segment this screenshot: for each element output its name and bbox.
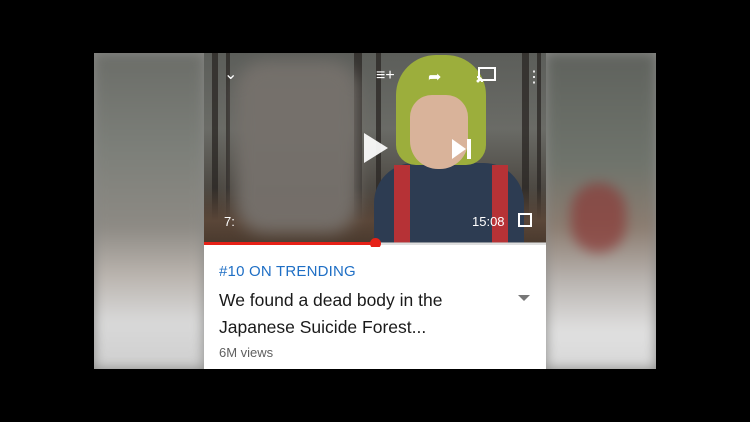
blurred-region [236, 61, 358, 233]
progress-fill [204, 242, 375, 245]
blurred-background-left [94, 53, 204, 369]
more-vert-icon[interactable]: ⋮ [526, 67, 542, 87]
chevron-down-icon[interactable]: ⌄ [224, 67, 237, 83]
current-time: 7: [224, 214, 235, 229]
play-icon[interactable] [364, 133, 388, 163]
expand-description-icon[interactable] [518, 295, 530, 301]
video-player[interactable]: ⌄ ≡+ ➦ ⋮ 7: 15:08 [204, 53, 546, 243]
add-to-queue-icon[interactable]: ≡+ [376, 67, 395, 85]
view-count: 6M views [219, 345, 274, 360]
fullscreen-icon[interactable] [518, 213, 532, 227]
skip-next-icon[interactable] [452, 139, 474, 159]
screenshot-frame: ⌄ ≡+ ➦ ⋮ 7: 15:08 #10 ON TRENDING We fou… [94, 53, 656, 369]
share-icon[interactable]: ➦ [428, 67, 441, 87]
trending-badge[interactable]: #10 ON TRENDING [219, 263, 356, 280]
blurred-background-right [546, 53, 656, 369]
video-title[interactable]: We found a dead body in the Japanese Sui… [219, 287, 509, 341]
cast-icon[interactable] [476, 67, 496, 88]
video-duration: 15:08 [472, 214, 505, 229]
phone-screen: ⌄ ≡+ ➦ ⋮ 7: 15:08 #10 ON TRENDING We fou… [204, 53, 546, 369]
video-info: #10 ON TRENDING We found a dead body in … [204, 247, 546, 369]
